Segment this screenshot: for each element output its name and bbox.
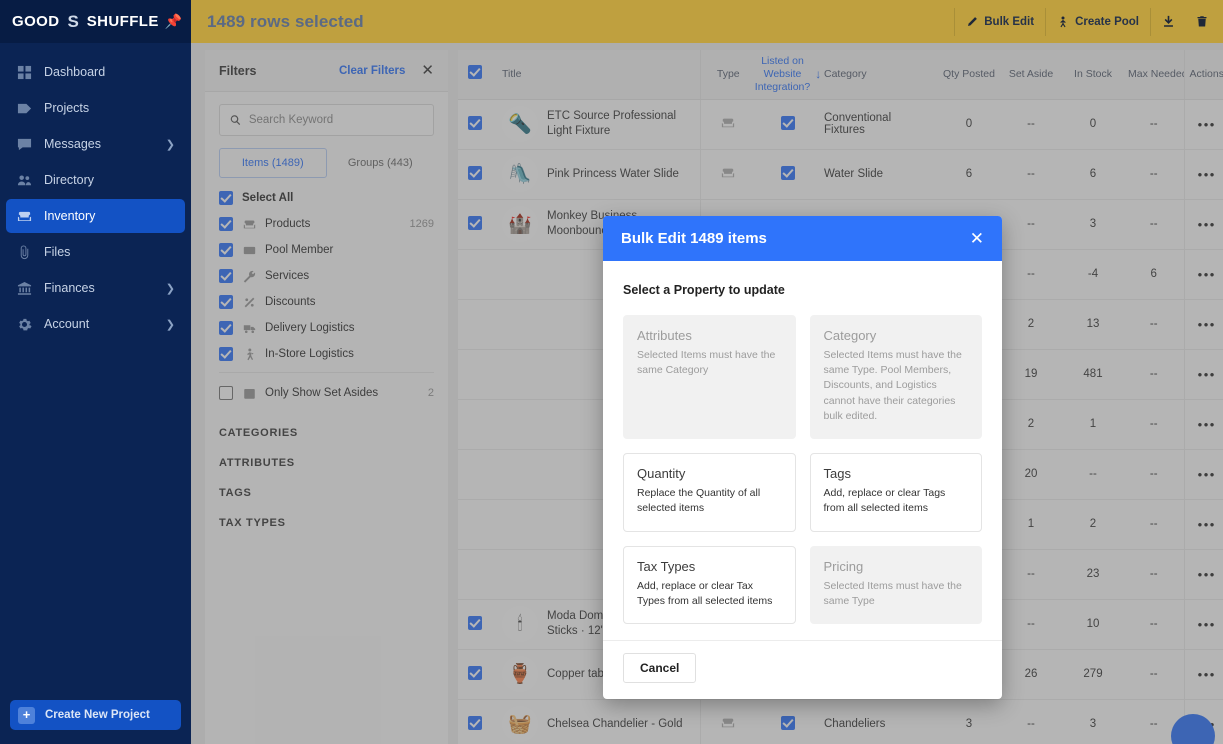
selection-toolbar: 1489 rows selected Bulk Edit Create Pool [191, 0, 1223, 43]
property-name: Quantity [637, 466, 686, 482]
sofa-icon [16, 208, 32, 224]
property-name: Attributes [637, 328, 692, 343]
close-icon[interactable]: ✕ [970, 230, 984, 247]
property-desc: Selected Items must have the same Catego… [637, 349, 776, 377]
property-card-tax-types[interactable]: Tax Types Add, replace or clear Tax Type… [623, 545, 796, 624]
chevron-right-icon: ❯ [165, 138, 175, 151]
people-icon [16, 172, 32, 188]
gear-icon [16, 316, 32, 332]
sidebar-item-label: Files [44, 245, 71, 259]
property-name: Tags [823, 466, 851, 482]
shuffle-logo-icon: S [67, 11, 79, 31]
sidebar-item-label: Directory [44, 173, 95, 187]
logo-bar: GOOD S SHUFFLE 📌 [0, 0, 191, 43]
sidebar-item-label: Inventory [44, 209, 96, 223]
sidebar-nav: Dashboard Projects Messages ❯ Directory … [0, 55, 191, 341]
modal-body: Select a Property to update Attributes S… [603, 261, 1002, 640]
sidebar-item-directory[interactable]: Directory [6, 163, 185, 197]
pin-icon[interactable]: 📌 [165, 13, 182, 30]
plus-icon: + [18, 706, 35, 724]
create-pool-button[interactable]: Create Pool [1046, 7, 1151, 36]
create-new-project-button[interactable]: + Create New Project [10, 700, 181, 730]
sidebar-item-account[interactable]: Account ❯ [6, 307, 185, 341]
property-desc: Add, replace or clear Tags from all sele… [823, 487, 946, 515]
sidebar-item-projects[interactable]: Projects [6, 91, 185, 125]
sidebar: GOOD S SHUFFLE 📌 Dashboard Projects Mess… [0, 0, 191, 744]
create-project-wrap: + Create New Project [0, 690, 191, 744]
property-name: Pricing [823, 558, 864, 574]
modal-title: Bulk Edit 1489 items [621, 230, 767, 247]
rows-selected-label: 1489 rows selected [207, 11, 364, 31]
create-project-label: Create New Project [45, 709, 150, 721]
tag-icon [16, 100, 32, 116]
property-desc: Selected Items must have the same Type. … [823, 349, 962, 422]
sidebar-item-label: Projects [44, 101, 90, 115]
property-desc: Add, replace or clear Tax Types from all… [637, 579, 773, 607]
main-area: 1489 rows selected Bulk Edit Create Pool [191, 0, 1223, 744]
bank-icon [16, 280, 32, 296]
download-button[interactable] [1151, 8, 1185, 36]
app-root: GOOD S SHUFFLE 📌 Dashboard Projects Mess… [0, 0, 1223, 744]
property-desc: Selected Items must have the same Type [823, 579, 962, 607]
dashboard-icon [16, 64, 32, 80]
property-name: Category [823, 328, 877, 343]
sidebar-item-messages[interactable]: Messages ❯ [6, 127, 185, 161]
sidebar-item-dashboard[interactable]: Dashboard [6, 55, 185, 89]
sidebar-item-label: Finances [44, 281, 95, 295]
person-icon [1060, 15, 1066, 27]
sidebar-item-label: Account [44, 317, 90, 331]
property-name: Tax Types [637, 558, 696, 574]
trash-icon [1197, 16, 1207, 27]
sidebar-item-finances[interactable]: Finances ❯ [6, 271, 185, 305]
message-icon [16, 136, 32, 152]
bulk-edit-modal: Bulk Edit 1489 items ✕ Select a Property… [603, 216, 1002, 699]
sidebar-item-inventory[interactable]: Inventory [6, 199, 185, 233]
delete-button[interactable] [1185, 8, 1219, 36]
cancel-button[interactable]: Cancel [623, 652, 697, 683]
modal-footer: Cancel [603, 639, 1002, 699]
chevron-right-icon: ❯ [165, 282, 175, 295]
chevron-right-icon: ❯ [165, 318, 175, 331]
property-card-quantity[interactable]: Quantity Replace the Quantity of all sel… [623, 453, 796, 532]
sidebar-item-label: Messages [44, 137, 101, 151]
bulk-edit-label: Bulk Edit [984, 15, 1035, 28]
toolbar-actions: Bulk Edit Create Pool [954, 7, 1219, 36]
bulk-edit-button[interactable]: Bulk Edit [954, 7, 1047, 36]
modal-header: Bulk Edit 1489 items ✕ [603, 216, 1002, 261]
property-card-tags[interactable]: Tags Add, replace or clear Tags from all… [809, 453, 982, 532]
paperclip-icon [16, 244, 32, 260]
sidebar-item-files[interactable]: Files [6, 235, 185, 269]
logo-text-left: GOOD [12, 13, 60, 30]
property-desc: Replace the Quantity of all selected ite… [637, 487, 761, 515]
property-card-attributes: Attributes Selected Items must have the … [623, 315, 796, 440]
modal-subtitle: Select a Property to update [623, 283, 785, 297]
pencil-icon [968, 16, 978, 26]
property-grid: Attributes Selected Items must have the … [623, 315, 982, 624]
logo-text-right: SHUFFLE [86, 13, 159, 30]
sidebar-item-label: Dashboard [44, 65, 106, 79]
property-card-category: Category Selected Items must have the sa… [809, 315, 982, 440]
create-pool-label: Create Pool [1075, 15, 1139, 28]
download-icon [1163, 15, 1173, 27]
property-card-pricing: Pricing Selected Items must have the sam… [809, 545, 982, 624]
